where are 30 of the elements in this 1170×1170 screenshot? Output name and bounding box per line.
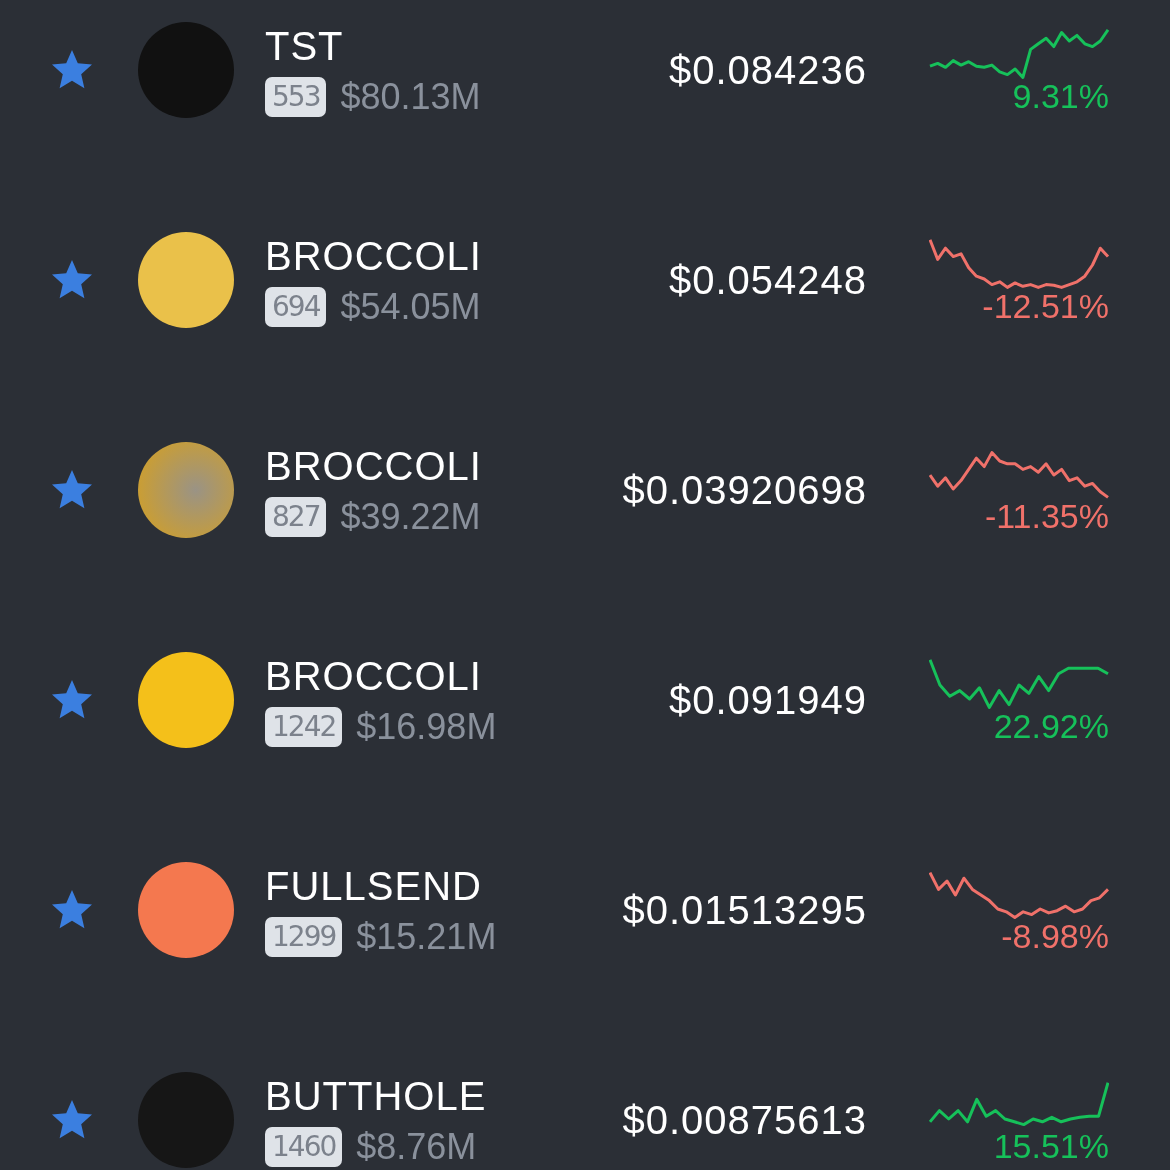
market-cap: $54.05M bbox=[340, 286, 481, 328]
market-cap: $15.21M bbox=[356, 916, 497, 958]
price-change: 9.31% bbox=[1012, 77, 1109, 115]
token-price: $0.03920698 bbox=[621, 467, 867, 513]
price-change: -8.98% bbox=[1001, 917, 1109, 955]
token-price: $0.084236 bbox=[667, 47, 867, 93]
price-change: 15.51% bbox=[993, 1127, 1109, 1165]
token-price: $0.054248 bbox=[667, 257, 867, 303]
token-name: BROCCOLI bbox=[265, 233, 483, 280]
rank-badge: 1299 bbox=[265, 917, 343, 957]
token-name: BROCCOLI bbox=[265, 653, 483, 700]
market-cap: $80.13M bbox=[340, 76, 481, 118]
rank-badge: 1460 bbox=[265, 1127, 343, 1167]
market-cap: $39.22M bbox=[340, 496, 481, 538]
token-name: TST bbox=[265, 23, 345, 70]
rank-badge: 553 bbox=[265, 77, 327, 117]
token-price: $0.091949 bbox=[667, 677, 867, 723]
rank-badge: 827 bbox=[265, 497, 327, 537]
price-change: -11.35% bbox=[984, 497, 1109, 535]
token-name: BROCCOLI bbox=[265, 443, 483, 490]
token-price: $0.00875613 bbox=[621, 1097, 867, 1143]
market-cap: $16.98M bbox=[356, 706, 497, 748]
token-name: FULLSEND bbox=[265, 863, 483, 910]
token-name: BUTTHOLE bbox=[265, 1073, 488, 1120]
price-change: -12.51% bbox=[982, 287, 1109, 325]
market-cap: $8.76M bbox=[356, 1126, 477, 1168]
token-price: $0.01513295 bbox=[621, 887, 867, 933]
price-change: 22.92% bbox=[993, 707, 1109, 745]
rank-badge: 1242 bbox=[265, 707, 343, 747]
rank-badge: 694 bbox=[265, 287, 327, 327]
